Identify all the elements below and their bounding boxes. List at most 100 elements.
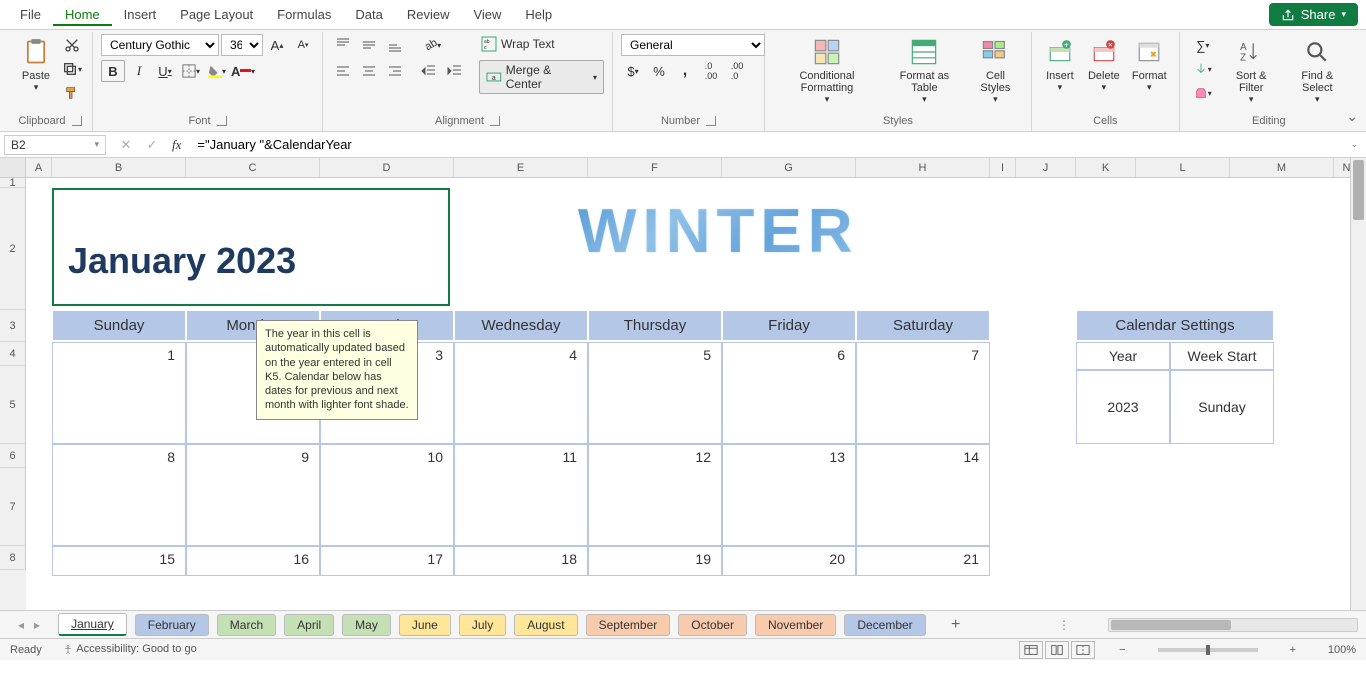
horizontal-scrollbar[interactable] [1108, 618, 1358, 632]
delete-cells-button[interactable]: × Delete▾ [1084, 34, 1124, 108]
status-accessibility[interactable]: Accessibility: Good to go [62, 643, 197, 655]
align-right-button[interactable] [383, 60, 407, 82]
font-size-select[interactable]: 36 [221, 34, 263, 56]
clipboard-dialog-launcher[interactable] [72, 116, 82, 126]
col-header-i[interactable]: I [990, 158, 1016, 177]
col-header-e[interactable]: E [454, 158, 588, 177]
orientation-button[interactable]: ab▾ [421, 34, 445, 56]
bold-button[interactable]: B [101, 60, 125, 82]
settings-year-value[interactable]: 2023 [1076, 370, 1170, 444]
fill-color-button[interactable]: ▾ [205, 60, 229, 82]
normal-view-button[interactable] [1019, 641, 1043, 659]
paste-button[interactable]: Paste▾ [16, 34, 56, 108]
col-header-l[interactable]: L [1136, 158, 1230, 177]
format-as-table-button[interactable]: Format as Table▾ [885, 34, 964, 108]
col-header-h[interactable]: H [856, 158, 990, 177]
row-header-8[interactable]: 8 [0, 546, 26, 570]
day-cell[interactable]: 8 [52, 444, 186, 546]
align-center-button[interactable] [357, 60, 381, 82]
sheet-tab-september[interactable]: September [586, 614, 671, 636]
page-break-view-button[interactable] [1071, 641, 1095, 659]
day-cell[interactable]: 11 [454, 444, 588, 546]
row-header-4[interactable]: 4 [0, 342, 26, 366]
align-middle-button[interactable] [357, 34, 381, 56]
clear-button[interactable]: ▾ [1188, 82, 1218, 104]
increase-decimal-button[interactable]: .0.00 [699, 60, 723, 82]
row-header-6[interactable]: 6 [0, 444, 26, 468]
format-cells-button[interactable]: Format▾ [1128, 34, 1171, 108]
zoom-out-button[interactable]: − [1115, 644, 1129, 656]
number-dialog-launcher[interactable] [706, 116, 716, 126]
menu-page-layout[interactable]: Page Layout [168, 3, 265, 26]
align-bottom-button[interactable] [383, 34, 407, 56]
menu-review[interactable]: Review [395, 3, 462, 26]
settings-week-value[interactable]: Sunday [1170, 370, 1274, 444]
number-format-select[interactable]: General [621, 34, 765, 56]
decrease-font-button[interactable]: A▾ [291, 34, 315, 56]
font-color-button[interactable]: A▾ [231, 60, 255, 82]
page-layout-view-button[interactable] [1045, 641, 1069, 659]
row-header-7[interactable]: 7 [0, 468, 26, 546]
sheet-tab-april[interactable]: April [284, 614, 334, 636]
conditional-formatting-button[interactable]: Conditional Formatting▾ [773, 34, 881, 108]
day-cell[interactable]: 10 [320, 444, 454, 546]
col-header-b[interactable]: B [52, 158, 186, 177]
menu-view[interactable]: View [461, 3, 513, 26]
col-header-f[interactable]: F [588, 158, 722, 177]
alignment-dialog-launcher[interactable] [490, 116, 500, 126]
comma-format-button[interactable]: , [673, 60, 697, 82]
autosum-button[interactable]: ∑▾ [1188, 34, 1218, 56]
day-cell[interactable]: 21 [856, 546, 990, 576]
formula-input[interactable] [191, 135, 1342, 154]
expand-formula-bar[interactable]: ⌄ [1342, 139, 1366, 150]
font-name-select[interactable]: Century Gothic [101, 34, 219, 56]
merge-center-button[interactable]: a Merge & Center ▾ [479, 60, 604, 94]
day-cell[interactable]: 13 [722, 444, 856, 546]
day-cell[interactable]: 4 [454, 342, 588, 444]
vertical-scrollbar[interactable] [1350, 158, 1366, 610]
sheet-tab-march[interactable]: March [217, 614, 276, 636]
day-cell[interactable]: 6 [722, 342, 856, 444]
sheet-tab-may[interactable]: May [342, 614, 391, 636]
decrease-indent-button[interactable] [417, 60, 441, 82]
sheet-tab-august[interactable]: August [514, 614, 577, 636]
col-header-m[interactable]: M [1230, 158, 1334, 177]
name-box[interactable]: B2▾ [4, 135, 106, 155]
col-header-g[interactable]: G [722, 158, 856, 177]
day-cell[interactable]: 16 [186, 546, 320, 576]
cell-styles-button[interactable]: Cell Styles▾ [968, 34, 1023, 108]
menu-insert[interactable]: Insert [112, 3, 169, 26]
horizontal-scrollbar-thumb[interactable] [1111, 620, 1231, 630]
day-cell[interactable]: 1 [52, 342, 186, 444]
fill-button[interactable]: ▾ [1188, 58, 1218, 80]
increase-font-button[interactable]: A▴ [265, 34, 289, 56]
col-header-k[interactable]: K [1076, 158, 1136, 177]
sheet-tab-january[interactable]: January [58, 613, 127, 636]
day-cell[interactable]: 5 [588, 342, 722, 444]
add-sheet-button[interactable]: + [946, 615, 966, 635]
day-cell[interactable]: 9 [186, 444, 320, 546]
select-all-cell[interactable] [0, 158, 26, 177]
row-header-2[interactable]: 2 [0, 188, 26, 310]
copy-button[interactable]: ▾ [60, 58, 84, 80]
sheet-nav-next[interactable]: ▸ [34, 618, 40, 632]
find-select-button[interactable]: Find & Select▾ [1285, 34, 1350, 108]
col-header-a[interactable]: A [26, 158, 52, 177]
font-dialog-launcher[interactable] [217, 116, 227, 126]
zoom-in-button[interactable]: + [1286, 644, 1300, 656]
tabs-menu-button[interactable]: ⋮ [1058, 618, 1070, 632]
accounting-format-button[interactable]: $▾ [621, 60, 645, 82]
wrap-text-button[interactable]: Wrap Text [501, 37, 555, 51]
menu-home[interactable]: Home [53, 3, 112, 26]
row-header-3[interactable]: 3 [0, 310, 26, 342]
col-header-c[interactable]: C [186, 158, 320, 177]
align-left-button[interactable] [331, 60, 355, 82]
zoom-slider[interactable] [1158, 648, 1258, 652]
zoom-slider-thumb[interactable] [1206, 645, 1210, 655]
day-cell[interactable]: 18 [454, 546, 588, 576]
day-cell[interactable]: 17 [320, 546, 454, 576]
sheet-nav-prev[interactable]: ◂ [18, 618, 24, 632]
vertical-scrollbar-thumb[interactable] [1353, 160, 1364, 220]
day-cell[interactable]: 14 [856, 444, 990, 546]
format-painter-button[interactable] [60, 82, 84, 104]
